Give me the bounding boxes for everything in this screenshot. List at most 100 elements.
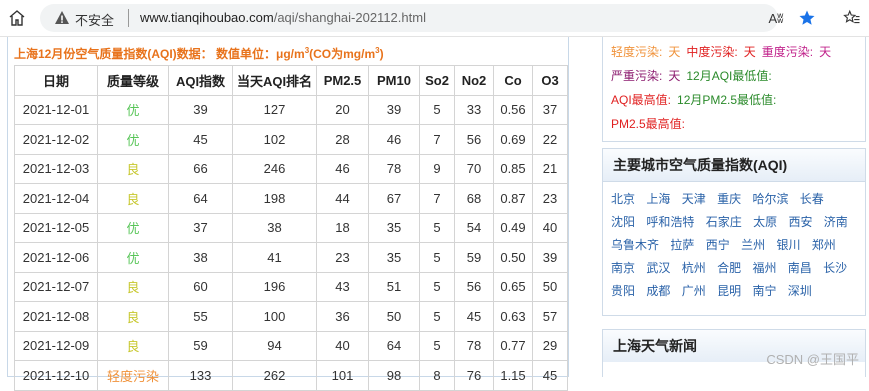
- cell-aqi: 37: [168, 212, 233, 243]
- cell-pm10: 39: [368, 94, 420, 125]
- stats-line-3: AQI最高值: 12月PM2.5最低值:: [611, 91, 782, 108]
- cell-date: 2021-12-09: [14, 330, 98, 361]
- city-link[interactable]: 西安: [788, 215, 812, 229]
- city-link[interactable]: 合肥: [717, 261, 741, 275]
- city-link[interactable]: 哈尔滨: [752, 192, 788, 206]
- cell-no2: 33: [454, 94, 494, 125]
- cell-pm10: 50: [368, 301, 420, 332]
- cell-o3: 29: [532, 330, 568, 361]
- home-icon[interactable]: [5, 6, 29, 30]
- cell-aqi: 60: [168, 271, 233, 302]
- table-row: 2021-12-01 优 39 127 20 39 5 33 0.56 37: [14, 94, 568, 125]
- city-link[interactable]: 呼和浩特: [646, 215, 694, 229]
- url-path: /aqi/shanghai-202112.html: [273, 10, 426, 25]
- city-link[interactable]: 福州: [752, 261, 776, 275]
- cell-co: 0.63: [493, 301, 533, 332]
- cell-pm10: 51: [368, 271, 420, 302]
- read-aloud-icon[interactable]: Aʬ: [764, 6, 788, 30]
- city-link[interactable]: 贵阳: [611, 284, 635, 298]
- city-link[interactable]: 石家庄: [706, 215, 742, 229]
- city-link[interactable]: 南宁: [752, 284, 776, 298]
- stats-text: 天: [668, 69, 681, 83]
- city-link[interactable]: 济南: [824, 215, 848, 229]
- city-link[interactable]: 太原: [753, 215, 777, 229]
- cell-no2: 78: [454, 330, 494, 361]
- stats-text: 轻度污染:: [611, 45, 663, 59]
- cell-date: 2021-12-07: [14, 271, 98, 302]
- cell-level: 优: [97, 124, 169, 155]
- cell-rank: 246: [232, 153, 317, 184]
- stats-line-1: 轻度污染: 天中度污染: 天重度污染: 天: [611, 43, 837, 60]
- divider: [128, 9, 129, 27]
- cell-rank: 41: [232, 242, 317, 273]
- favorite-star-icon[interactable]: [795, 6, 819, 30]
- table-row: 2021-12-08 良 55 100 36 50 5 45 0.63 57: [14, 301, 568, 332]
- cell-so2: 9: [419, 153, 455, 184]
- cell-no2: 56: [454, 124, 494, 155]
- insecure-label[interactable]: 不安全: [75, 10, 114, 29]
- cell-rank: 38: [232, 212, 317, 243]
- cell-co: 1.15: [493, 360, 533, 391]
- city-link[interactable]: 武汉: [646, 261, 670, 275]
- city-link[interactable]: 西宁: [706, 238, 730, 252]
- stats-text: 天: [819, 45, 832, 59]
- city-link[interactable]: 银川: [776, 238, 800, 252]
- favorites-list-icon[interactable]: [840, 6, 864, 30]
- city-link[interactable]: 长沙: [823, 261, 847, 275]
- sidebar: 轻度污染: 天中度污染: 天重度污染: 天 严重污染: 天 12月AQI最低值: AQI最…: [602, 37, 866, 377]
- cell-pm10: 35: [368, 242, 420, 273]
- cell-rank: 94: [232, 330, 317, 361]
- stats-text: 严重污染:: [611, 69, 663, 83]
- url-text[interactable]: www.tianqihoubao.com/aqi/shanghai-202112…: [140, 10, 426, 25]
- city-link[interactable]: 深圳: [788, 284, 812, 298]
- table-row: 2021-12-07 良 60 196 43 51 5 56 0.65 50: [14, 271, 568, 302]
- city-link[interactable]: 乌鲁木齐: [611, 238, 659, 252]
- city-link[interactable]: 长春: [800, 192, 824, 206]
- city-link[interactable]: 杭州: [682, 261, 706, 275]
- cell-level: 良: [97, 330, 169, 361]
- browser-toolbar: 不安全 www.tianqihoubao.com/aqi/shanghai-20…: [0, 0, 869, 37]
- cell-no2: 68: [454, 183, 494, 214]
- cell-rank: 127: [232, 94, 317, 125]
- city-link[interactable]: 拉萨: [670, 238, 694, 252]
- aqi-data-panel: 上海12月份空气质量指数(AQI)数据： 数值单位：μg/m3(CO为mg/m3…: [7, 37, 569, 391]
- city-link[interactable]: 昆明: [717, 284, 741, 298]
- cell-date: 2021-12-03: [14, 153, 98, 184]
- cell-level: 优: [97, 212, 169, 243]
- address-bar[interactable]: 不安全 www.tianqihoubao.com/aqi/shanghai-20…: [40, 4, 778, 32]
- city-link[interactable]: 广州: [682, 284, 706, 298]
- city-link[interactable]: 南昌: [788, 261, 812, 275]
- cell-aqi: 45: [168, 124, 233, 155]
- cell-co: 0.85: [493, 153, 533, 184]
- header-co: Co: [493, 65, 533, 96]
- city-link[interactable]: 成都: [646, 284, 670, 298]
- cell-aqi: 59: [168, 330, 233, 361]
- stats-text: 12月AQI最低值:: [686, 69, 772, 83]
- city-link[interactable]: 郑州: [812, 238, 836, 252]
- header-o3: O3: [532, 65, 568, 96]
- cell-so2: 7: [419, 183, 455, 214]
- table-row: 2021-12-09 良 59 94 40 64 5 78 0.77 29: [14, 330, 568, 361]
- cell-so2: 5: [419, 330, 455, 361]
- stats-text: 天: [743, 45, 756, 59]
- city-link[interactable]: 重庆: [717, 192, 741, 206]
- table-row: 2021-12-04 良 64 198 44 67 7 68 0.87 23: [14, 183, 568, 214]
- city-link[interactable]: 上海: [646, 192, 670, 206]
- cell-level: 良: [97, 301, 169, 332]
- read-aloud-label: Aʬ: [768, 10, 784, 26]
- city-link[interactable]: 沈阳: [611, 215, 635, 229]
- city-link[interactable]: 天津: [682, 192, 706, 206]
- cell-date: 2021-12-06: [14, 242, 98, 273]
- cell-o3: 40: [532, 212, 568, 243]
- city-link[interactable]: 兰州: [741, 238, 765, 252]
- cell-so2: 5: [419, 212, 455, 243]
- cell-pm25: 23: [316, 242, 369, 273]
- city-link[interactable]: 北京: [611, 192, 635, 206]
- header-date: 日期: [14, 65, 98, 96]
- cell-o3: 37: [532, 94, 568, 125]
- cell-pm25: 20: [316, 94, 369, 125]
- cell-aqi: 55: [168, 301, 233, 332]
- city-link[interactable]: 南京: [611, 261, 635, 275]
- aqi-table: 日期 质量等级 AQI指数 当天AQI排名 PM2.5 PM10 So2 No2…: [14, 65, 568, 391]
- table-row: 2021-12-10 轻度污染 133 262 101 98 8 76 1.15 45: [14, 360, 568, 391]
